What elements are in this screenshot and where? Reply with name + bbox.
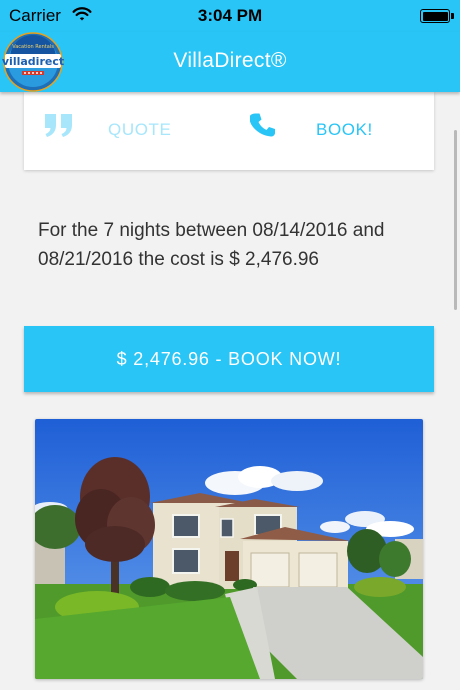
battery-icon bbox=[420, 9, 454, 23]
app-title: VillaDirect® bbox=[173, 49, 287, 72]
scroll-indicator bbox=[454, 130, 457, 310]
content-scroll-area[interactable]: QUOTE BOOK! For the 7 nights between 08/… bbox=[0, 92, 460, 690]
status-time: 3:04 PM bbox=[197, 6, 263, 25]
price-summary: For the 7 nights between 08/14/2016 and … bbox=[38, 220, 385, 270]
villa-photo[interactable] bbox=[35, 419, 423, 679]
phone-icon[interactable] bbox=[249, 112, 276, 143]
nav-bar: villadirect Vacation Rentals VillaDirect… bbox=[0, 32, 460, 92]
quote-icon[interactable] bbox=[44, 112, 74, 143]
status-bar: Carrier 3:04 PM bbox=[0, 0, 460, 32]
book-button[interactable]: BOOK! bbox=[316, 120, 373, 140]
book-now-button[interactable]: $ 2,476.96 - BOOK NOW! bbox=[24, 326, 434, 392]
action-card: QUOTE BOOK! bbox=[24, 92, 434, 170]
quote-button[interactable]: QUOTE bbox=[108, 120, 171, 140]
